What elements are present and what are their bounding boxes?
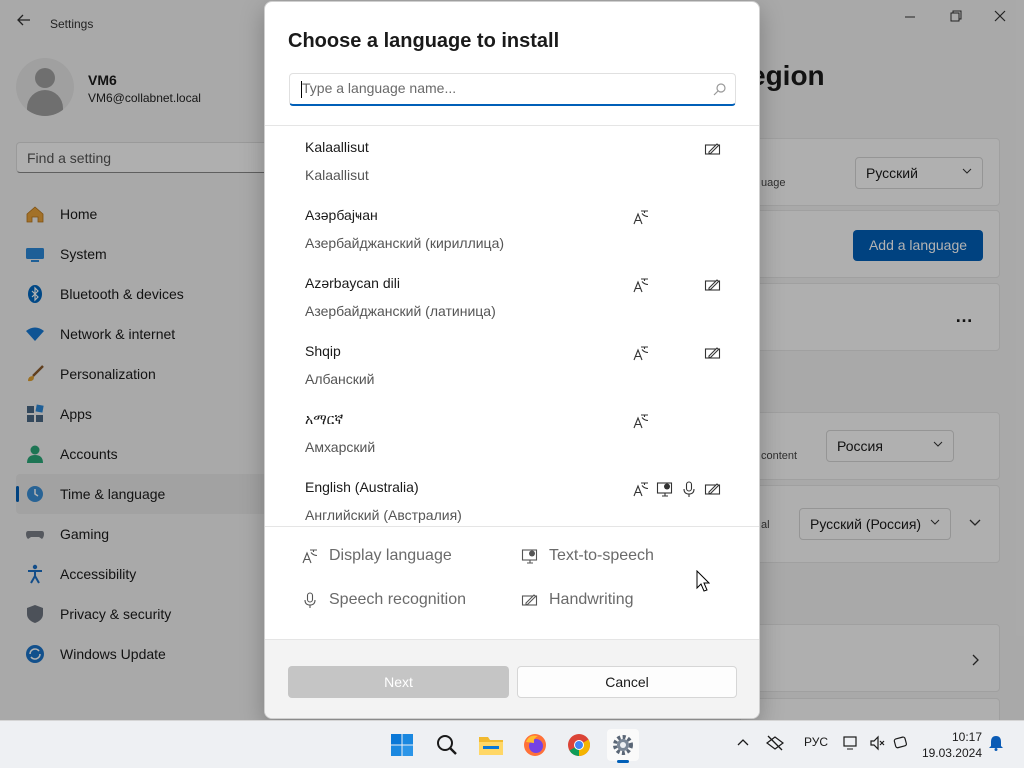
legend-speech-recognition: Speech recognition [301,591,466,609]
handwriting-icon [704,276,722,294]
display-language-icon [632,276,650,294]
notification-bell-icon[interactable] [989,735,1003,754]
language-list-item[interactable]: Kalaallisut Kalaallisut [265,126,759,194]
language-native-name: Shqip [305,343,341,359]
chrome-icon[interactable] [563,729,595,761]
language-native-name: Азәрбајҹан [305,207,378,223]
language-native-name: English (Australia) [305,479,419,495]
language-native-name: አማርኛ [305,411,344,427]
search-icon[interactable] [431,729,463,761]
language-localized-name: Амхарский [305,439,376,455]
microphone-icon [680,480,698,498]
language-localized-name: Kalaallisut [305,167,369,183]
cancel-button[interactable]: Cancel [517,666,737,698]
display-language-icon [632,208,650,226]
language-native-name: Kalaallisut [305,139,369,155]
language-localized-name: Албанский [305,371,375,387]
display-language-icon [632,344,650,362]
divider [265,526,759,527]
display-language-icon [632,480,650,498]
language-list-item[interactable]: English (Australia) Английский (Австрали… [265,466,759,526]
chevron-up-icon[interactable] [736,735,750,752]
language-list-item[interactable]: አማርኛ Амхарский [265,398,759,466]
legend-label: Display language [329,547,452,564]
text-to-speech-icon [656,480,674,498]
language-localized-name: Азербайджанский (латиница) [305,303,496,319]
mouse-cursor-icon [696,569,711,592]
choose-language-dialog: Choose a language to install Kalaallisut… [264,1,760,719]
legend-label: Speech recognition [329,591,466,608]
handwriting-icon [704,140,722,158]
language-search-input[interactable] [302,80,702,96]
firefox-icon[interactable] [519,729,551,761]
legend-display-language: Display language [301,547,452,565]
clock-time: 10:17 [951,730,982,744]
volume-muted-icon[interactable] [869,735,885,754]
dialog-title: Choose a language to install [288,30,560,52]
display-language-icon [301,547,319,565]
file-explorer-icon[interactable] [475,729,507,761]
taskbar: РУС 10:17 19.03.2024 [0,720,1024,768]
legend-handwriting: Handwriting [521,591,633,609]
input-language-indicator[interactable]: РУС [804,735,828,749]
language-list-item[interactable]: Azərbaycan dili Азербайджанский (латиниц… [265,262,759,330]
legend-label: Handwriting [549,591,634,608]
legend-label: Text-to-speech [549,547,654,564]
clock[interactable]: 10:17 19.03.2024 [920,729,982,761]
language-localized-name: Английский (Австралия) [305,507,462,523]
display-language-icon [632,412,650,430]
handwriting-icon [704,480,722,498]
clock-date: 19.03.2024 [921,746,982,760]
battery-icon[interactable] [892,735,910,754]
handwriting-icon [704,344,722,362]
dialog-footer: Next Cancel [265,639,759,718]
settings-icon[interactable] [607,729,639,763]
windows-start-icon[interactable] [386,729,418,761]
language-list-item[interactable]: Азәрбајҹан Азербайджанский (кириллица) [265,194,759,262]
next-button[interactable]: Next [288,666,509,698]
language-list-item[interactable]: Shqip Албанский [265,330,759,398]
language-search-field[interactable] [289,73,736,106]
language-localized-name: Азербайджанский (кириллица) [305,235,505,251]
search-icon [713,82,727,96]
display-icon[interactable] [843,735,859,754]
text-to-speech-icon [521,547,539,565]
legend-text-to-speech: Text-to-speech [521,547,654,565]
language-native-name: Azərbaycan dili [305,275,400,291]
handwriting-icon [521,591,539,609]
network-offline-icon[interactable] [766,735,784,754]
microphone-icon [301,591,319,609]
language-list: Kalaallisut Kalaallisut Азәрбајҹан Азерб… [265,126,759,526]
